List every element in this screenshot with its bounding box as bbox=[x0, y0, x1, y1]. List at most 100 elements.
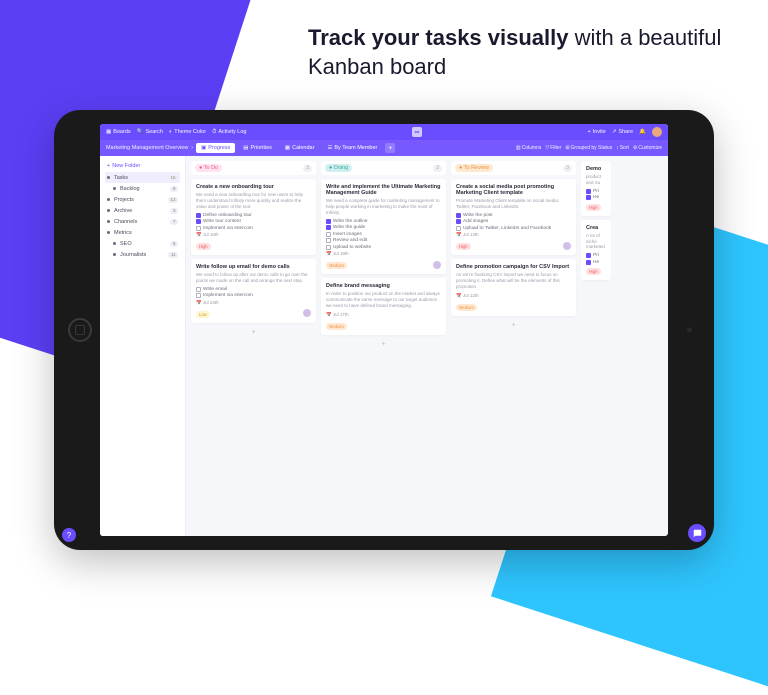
card-title: Create a new onboarding tour bbox=[196, 184, 311, 190]
tool-filter[interactable]: ▽ Filter bbox=[545, 145, 561, 151]
kanban-card[interactable]: Define promotion campaign for CSV Import… bbox=[451, 259, 576, 316]
checkbox-icon bbox=[196, 213, 201, 218]
checkbox-icon bbox=[196, 219, 201, 224]
kanban-card[interactable]: Write and implement the Ultimate Marketi… bbox=[321, 179, 446, 274]
new-folder-button[interactable]: + New Folder bbox=[105, 160, 180, 172]
kanban-card[interactable]: Create a new onboarding tour We need a ne… bbox=[191, 179, 316, 255]
priority-tag: Medium bbox=[326, 262, 347, 269]
card-title: Write and implement the Ultimate Marketi… bbox=[326, 184, 441, 196]
checklist-item[interactable]: Define onboarding tour bbox=[196, 213, 311, 218]
checkbox-icon bbox=[196, 226, 201, 231]
checklist-item[interactable]: Write tour content bbox=[196, 219, 311, 224]
user-avatar[interactable] bbox=[652, 127, 662, 137]
kanban-column: ● To Review3 Create a social media post p… bbox=[451, 161, 576, 531]
checklist-item[interactable]: Write email bbox=[196, 287, 311, 292]
assignee-avatar[interactable] bbox=[303, 309, 311, 317]
card-title: Define brand messaging bbox=[326, 283, 441, 289]
tab-priorities[interactable]: ▤ Priorities bbox=[238, 143, 277, 153]
checklist-item[interactable]: Review and edit bbox=[326, 238, 441, 243]
sidebar-item-seo[interactable]: SEO5 bbox=[105, 238, 180, 249]
tab-progress[interactable]: ▣ Progress bbox=[196, 143, 235, 153]
column-header: ● Doing2 bbox=[321, 161, 446, 175]
assignee-avatar[interactable] bbox=[563, 242, 571, 250]
breadcrumb-chevron-icon: › bbox=[191, 145, 193, 151]
app-screen: ▦ Boards 🔍 Search ◐ Theme Color ⏱ Activi… bbox=[100, 124, 668, 536]
checklist-item[interactable]: Implement via Intercom bbox=[196, 226, 311, 231]
checklist-item[interactable]: Add images bbox=[456, 219, 571, 224]
card-description: We need a new onboarding tour for new us… bbox=[196, 192, 311, 210]
share-button[interactable]: ↗ Share bbox=[612, 129, 633, 135]
card-description: As we're finalizing CSV import we need t… bbox=[456, 272, 571, 290]
priority-tag: Medium bbox=[456, 304, 477, 311]
tablet-camera bbox=[687, 328, 692, 333]
checkbox-icon bbox=[326, 245, 331, 250]
kanban-card[interactable]: Define brand messaging In order to positi… bbox=[321, 278, 446, 335]
card-title: Define promotion campaign for CSV Import bbox=[456, 264, 571, 270]
column-header: ● To Review3 bbox=[451, 161, 576, 175]
tool-customize[interactable]: ⚙ Customize bbox=[633, 145, 662, 151]
card-date: 📅 Jul 19th bbox=[326, 251, 441, 257]
sidebar-item-archive[interactable]: Archive3 bbox=[105, 205, 180, 216]
sidebar: + New Folder Tasks16Backlog9Projects12Ar… bbox=[100, 156, 186, 536]
tab-team-member[interactable]: ☰ By Team Member bbox=[322, 143, 382, 153]
checklist-item[interactable]: Write the guide bbox=[326, 225, 441, 230]
kanban-card[interactable]: Demoproduct and SuPriHeHigh bbox=[581, 161, 611, 216]
priority-tag: Low bbox=[196, 311, 210, 318]
add-card-button[interactable]: + bbox=[191, 327, 316, 338]
checkbox-icon bbox=[456, 219, 461, 224]
checklist-item[interactable]: Write the outline bbox=[326, 219, 441, 224]
kanban-column: ● Doing2 Write and implement the Ultimate… bbox=[321, 161, 446, 531]
add-card-button[interactable]: + bbox=[321, 339, 446, 350]
sidebar-item-tasks[interactable]: Tasks16 bbox=[105, 172, 180, 183]
checkbox-icon bbox=[326, 232, 331, 237]
assignee-avatar[interactable] bbox=[433, 261, 441, 269]
nav-theme[interactable]: ◐ Theme Color bbox=[169, 129, 206, 135]
column-count: 3 bbox=[303, 165, 312, 172]
sidebar-item-projects[interactable]: Projects12 bbox=[105, 194, 180, 205]
card-date: 📅 Jul 12th bbox=[456, 293, 571, 299]
add-tab-button[interactable]: + bbox=[385, 143, 395, 153]
checklist-item[interactable]: Write the post bbox=[456, 213, 571, 218]
tablet-frame: ▦ Boards 🔍 Search ◐ Theme Color ⏱ Activi… bbox=[54, 110, 714, 550]
tablet-home-button bbox=[68, 318, 92, 342]
kanban-card[interactable]: Create a social media post promoting Mar… bbox=[451, 179, 576, 255]
checklist-item[interactable]: Implement via Intercom bbox=[196, 293, 311, 298]
nav-activity[interactable]: ⏱ Activity Log bbox=[212, 129, 246, 136]
tool-group[interactable]: ⊞ Grouped by Status bbox=[565, 145, 612, 151]
priority-tag: High bbox=[196, 243, 211, 250]
card-description: In order to position our product on the … bbox=[326, 291, 441, 309]
card-description: We need to follow up after our demo call… bbox=[196, 272, 311, 284]
sidebar-item-backlog[interactable]: Backlog9 bbox=[105, 183, 180, 194]
app-logo[interactable]: ∞ bbox=[412, 127, 422, 137]
card-date: 📅 Jul 17th bbox=[326, 312, 441, 318]
checkbox-icon bbox=[196, 287, 201, 292]
tab-calendar[interactable]: ▦ Calendar bbox=[280, 143, 320, 153]
checkbox-icon bbox=[326, 219, 331, 224]
priority-tag: High bbox=[456, 243, 471, 250]
checkbox-icon bbox=[456, 226, 461, 231]
sidebar-item-channels[interactable]: Channels7 bbox=[105, 216, 180, 227]
kanban-column: ● To Do3 Create a new onboarding tour We n… bbox=[191, 161, 316, 531]
column-header: ● To Do3 bbox=[191, 161, 316, 175]
kanban-card[interactable]: CreaA lot of niche marketedPriHeHigh bbox=[581, 220, 611, 281]
sidebar-item-journalists[interactable]: Journalists11 bbox=[105, 249, 180, 260]
breadcrumb[interactable]: Marketing Management Overview bbox=[106, 145, 188, 151]
invite-button[interactable]: + Invite bbox=[587, 129, 605, 135]
column-count: 2 bbox=[433, 165, 442, 172]
priority-tag: Medium bbox=[326, 323, 347, 330]
checklist-item[interactable]: Upload to Twitter, LinkedIn and Facebook bbox=[456, 226, 571, 231]
card-title: Create a social media post promoting Mar… bbox=[456, 184, 571, 196]
checklist-item[interactable]: Insert images bbox=[326, 232, 441, 237]
column-count: 3 bbox=[563, 165, 572, 172]
add-card-button[interactable]: + bbox=[451, 320, 576, 331]
notifications-icon[interactable]: 🔔 bbox=[639, 129, 646, 135]
tool-sort[interactable]: ↕ Sort bbox=[616, 145, 629, 151]
nav-search[interactable]: 🔍 Search bbox=[137, 129, 163, 135]
kanban-card[interactable]: Write follow up email for demo callsWe n… bbox=[191, 259, 316, 323]
tool-columns[interactable]: ▥ Columns bbox=[516, 145, 541, 151]
nav-boards[interactable]: ▦ Boards bbox=[106, 129, 131, 135]
sidebar-item-metrics[interactable]: Metrics bbox=[105, 227, 180, 238]
card-date: 📅 Jul 16th bbox=[196, 232, 311, 238]
kanban-column-partial: Demoproduct and SuPriHeHigh CreaA lot of … bbox=[581, 161, 611, 531]
checklist-item[interactable]: Upload to website bbox=[326, 245, 441, 250]
